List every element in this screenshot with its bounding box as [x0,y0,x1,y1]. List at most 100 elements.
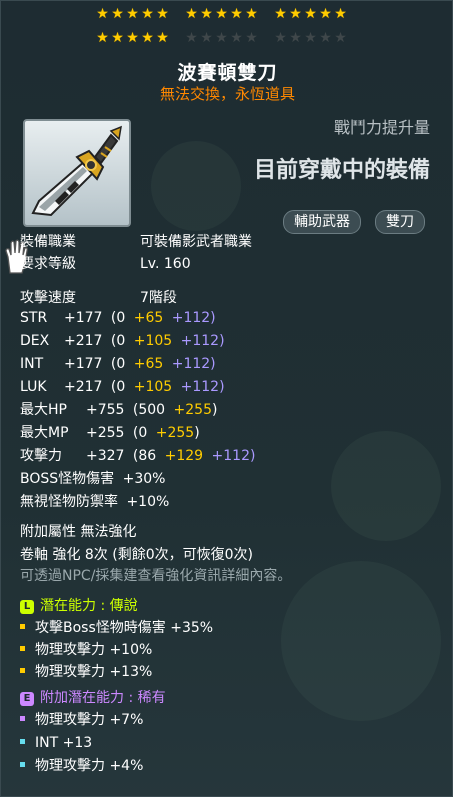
star-icon: ★ [111,30,124,46]
stat-flame: +112) [171,356,216,372]
star-icon: ★ [126,6,139,22]
additional-potential-text: 物理攻擊力 +4% [35,758,144,774]
stat-row: 最大MP +255 (0 +255) [20,424,200,442]
ignore-defense-value: +10% [126,494,170,510]
stat-total: +755 [86,402,125,418]
empty-star-icon: ★ [230,30,243,46]
bullet-icon [20,762,25,767]
empty-star-icon: ★ [319,30,332,46]
bullet-icon [20,716,25,721]
potential-text: 攻擊Boss怪物時傷害 +35% [35,620,214,636]
boss-damage-value: +30% [122,471,166,487]
power-increase-label: 戰鬥力提升量 [333,118,430,137]
level-label: 要求等級 [20,256,76,272]
star-icon: ★ [289,6,302,22]
tag-dual-blade: 雙刀 [375,210,425,234]
star-icon: ★ [185,6,198,22]
legendary-grade-icon: L [20,600,34,614]
stat-label: STR [20,310,48,326]
stat-base: (86 [132,448,157,464]
star-icon: ★ [304,6,317,22]
star-group: ★ ★ ★ ★ ★ [274,29,347,47]
background-decoration [281,561,441,721]
stat-starforce: +129 [164,448,204,464]
star-force-row-2: ★ ★ ★ ★ ★ ★ ★ ★ ★ ★ ★ ★ ★ ★ ★ [96,29,347,47]
star-group: ★ ★ ★ ★ ★ [274,5,347,23]
npc-note: 可透過NPC/採集建查看強化資訊詳細內容。 [20,568,292,584]
potential-line: 物理攻擊力 +13% [20,663,152,681]
empty-star-icon: ★ [215,30,228,46]
empty-star-icon: ★ [245,30,258,46]
stat-base: (500 [132,402,166,418]
star-icon: ★ [96,6,109,22]
rare-grade-icon: E [20,692,34,706]
empty-star-icon: ★ [304,30,317,46]
background-decoration [331,431,441,541]
empty-star-icon: ★ [185,30,198,46]
bullet-icon [20,646,25,651]
empty-star-icon: ★ [200,30,213,46]
star-icon: ★ [156,6,169,22]
star-icon: ★ [230,6,243,22]
stat-total: +255 [86,425,125,441]
item-icon-frame [23,119,131,227]
ignore-defense-label: 無視怪物防禦率 [20,494,118,510]
star-icon: ★ [245,6,258,22]
scroll-info: 卷軸 強化 8次 (剩餘0次，可恢復0次) [20,547,253,563]
additional-potential-header: E 附加潛在能力 : 稀有 [20,689,166,707]
tag-secondary-weapon: 輔助武器 [283,210,361,234]
attack-speed: 攻擊速度 7階段 [20,289,177,307]
potential-line: 物理攻擊力 +10% [20,641,152,659]
ignore-defense: 無視怪物防禦率 +10% [20,493,169,511]
boss-damage-label: BOSS怪物傷害 [20,471,115,487]
potential-line: 攻擊Boss怪物時傷害 +35% [20,619,213,637]
stat-flame: +112) [171,310,216,326]
star-group: ★ ★ ★ ★ ★ [96,5,169,23]
stat-label: 最大MP [20,425,69,441]
potential-text: 物理攻擊力 +13% [35,664,153,680]
bullet-icon [20,624,25,629]
star-icon: ★ [126,30,139,46]
potential-text: 物理攻擊力 +10% [35,642,153,658]
stat-flame: +112) [180,333,225,349]
dual-blade-icon [31,125,122,217]
star-icon: ★ [96,30,109,46]
star-icon: ★ [215,6,228,22]
background-decoration [151,141,241,231]
stat-row: LUK +217 (0 +105 +112) [20,378,225,396]
stat-row: DEX +217 (0 +105 +112) [20,332,225,350]
stat-base: (0 [132,425,148,441]
job-requirement: 裝備職業 可裝備影武者職業 [20,233,252,251]
star-group: ★ ★ ★ ★ ★ [185,5,258,23]
stat-row: STR +177 (0 +65 +112) [20,309,216,327]
stat-flame: +112) [211,448,256,464]
star-icon: ★ [111,6,124,22]
item-tooltip: ★ ★ ★ ★ ★ ★ ★ ★ ★ ★ ★ ★ ★ ★ ★ ★ ★ ★ ★ ★ ★ ★ ★ ★ ★ ★ ★ ★ ★ ★ 波賽頓雙… [0,0,453,797]
stat-label: LUK [20,379,47,395]
stat-total: +217 [64,379,103,395]
star-icon: ★ [141,6,154,22]
job-value: 可裝備影武者職業 [140,234,252,250]
extra-attribute: 附加屬性 無法強化 [20,524,137,540]
star-group: ★ ★ ★ ★ ★ [185,29,258,47]
stat-starforce: +65 [133,310,164,326]
additional-potential-text: 物理攻擊力 +7% [35,712,144,728]
level-value: Lv. 160 [140,256,191,272]
potential-header: L 潛在能力 : 傳說 [20,597,138,615]
empty-star-icon: ★ [334,30,347,46]
trade-restriction: 無法交換，永恆道具 [159,85,295,103]
stat-row: 最大HP +755 (500 +255) [20,401,217,419]
stat-base: (0 [110,379,126,395]
stat-starforce: +255 [155,425,195,441]
stat-label: INT [20,356,44,372]
potential-label: 潛在能力 : 傳說 [40,598,138,614]
star-icon: ★ [334,6,347,22]
star-force-row-1: ★ ★ ★ ★ ★ ★ ★ ★ ★ ★ ★ ★ ★ ★ ★ [96,5,347,23]
attack-speed-value: 7階段 [140,290,177,306]
stat-flame: +112) [180,379,225,395]
empty-star-icon: ★ [274,30,287,46]
equipped-label: 目前穿戴中的裝備 [253,158,430,183]
star-group: ★ ★ ★ ★ ★ [96,29,169,47]
additional-potential-line: INT +13 [20,734,92,752]
star-icon: ★ [156,30,169,46]
